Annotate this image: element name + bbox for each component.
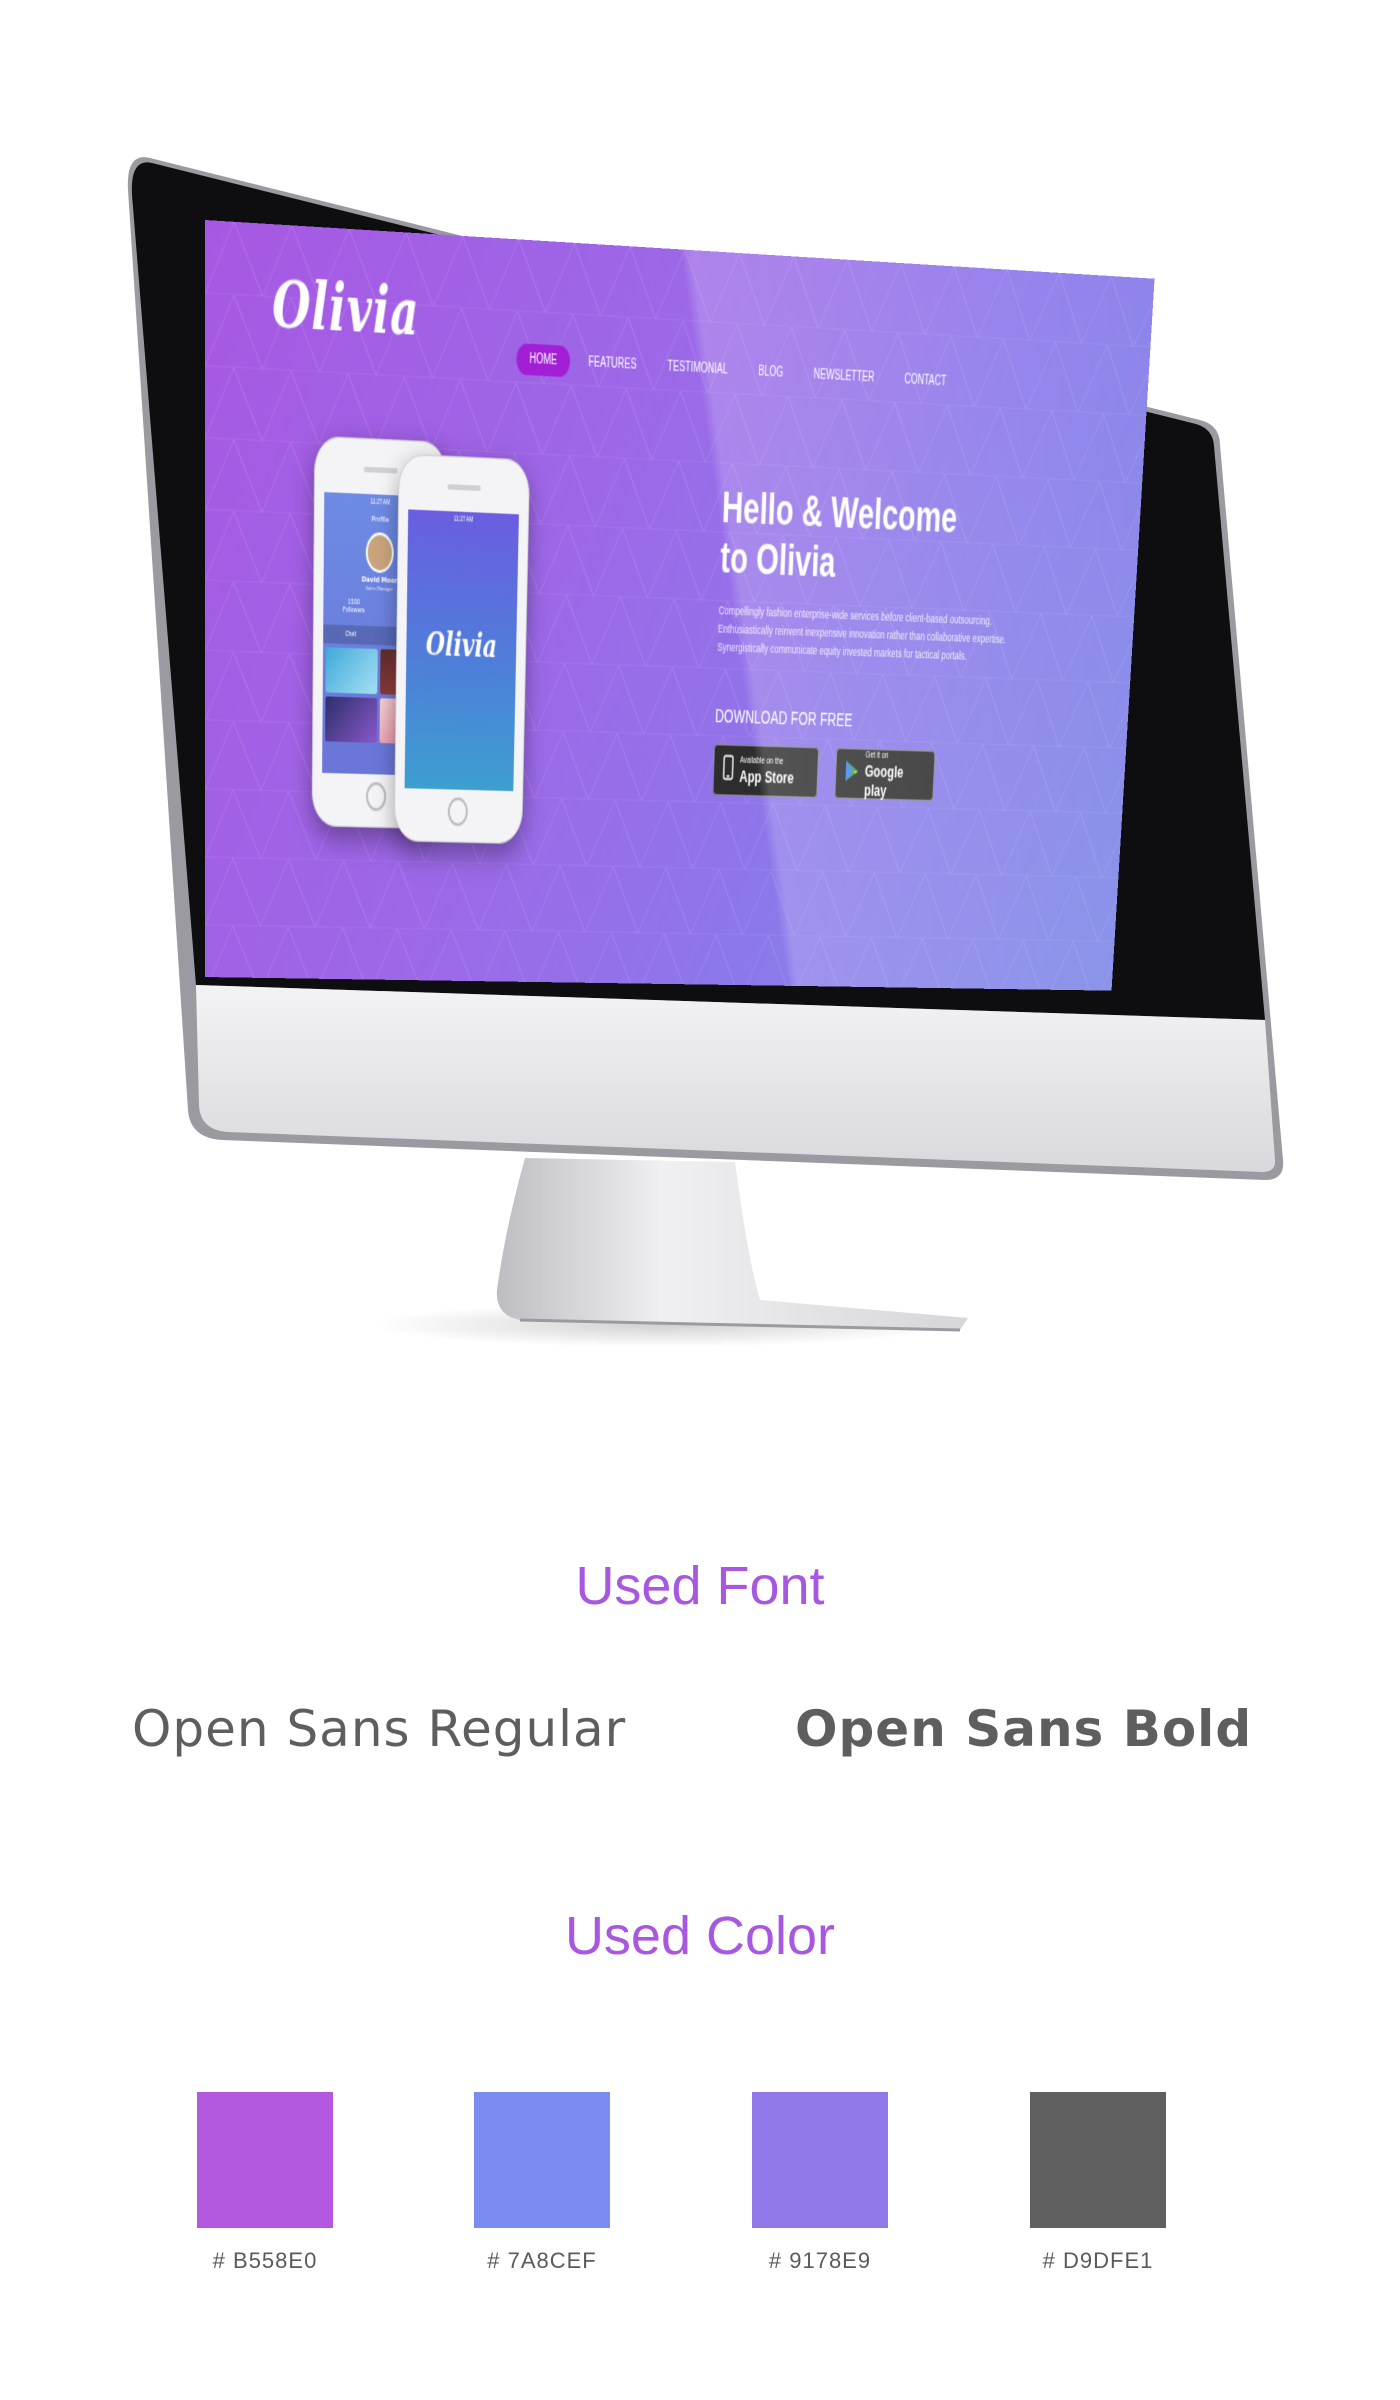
phone-splash: 11:27 AM Olivia bbox=[393, 453, 531, 845]
nav-contact[interactable]: CONTACT bbox=[891, 364, 959, 398]
hero-description: Compellingly fashion enterprise-wide ser… bbox=[717, 603, 1007, 663]
monitor-mockup: Olivia HOME FEATURES TESTIMONIAL BLOG NE… bbox=[0, 0, 1400, 1450]
photo-thumb[interactable] bbox=[325, 647, 378, 695]
profile-stats: 1500 Followers 450 Likes bbox=[323, 598, 434, 618]
hero-title-line1: Hello & Welcome bbox=[721, 482, 959, 542]
color-swatch-1 bbox=[197, 2092, 333, 2228]
download-label: DOWNLOAD FOR FREE bbox=[714, 705, 853, 731]
phone-speaker bbox=[363, 466, 398, 474]
used-font-title: Used Font bbox=[575, 1556, 825, 1616]
stat-label: Followers bbox=[342, 606, 365, 616]
website-screen: Olivia HOME FEATURES TESTIMONIAL BLOG NE… bbox=[205, 220, 1155, 991]
color-swatch-4 bbox=[1030, 2092, 1166, 2228]
color-swatch-2 bbox=[474, 2092, 610, 2228]
photo-grid bbox=[322, 643, 434, 748]
color-swatch-3 bbox=[752, 2092, 888, 2228]
photo-thumb[interactable] bbox=[325, 696, 377, 743]
home-button bbox=[365, 781, 387, 812]
play-icon bbox=[844, 759, 859, 789]
font-sample-bold: Open Sans Bold bbox=[795, 1700, 1253, 1758]
app-store-big: App Store bbox=[739, 766, 795, 788]
app-store-small: Available on the bbox=[739, 756, 784, 767]
hero-title-line2: to Olivia bbox=[719, 532, 837, 587]
site-logo[interactable]: Olivia bbox=[272, 266, 420, 350]
hero-section: Olivia HOME FEATURES TESTIMONIAL BLOG NE… bbox=[205, 220, 1155, 991]
google-play-big: Google play bbox=[863, 760, 904, 800]
font-sample-regular: Open Sans Regular bbox=[132, 1700, 627, 1758]
stat-followers: 1500 Followers bbox=[343, 598, 365, 615]
status-bar: 11:27 AM bbox=[453, 515, 474, 525]
app-store-button[interactable]: Available on the App Store bbox=[712, 743, 820, 799]
color-label-2: # 7A8CEF bbox=[487, 2248, 597, 2273]
tab-chat[interactable]: Chat bbox=[345, 631, 356, 639]
hero-title: Hello & Welcome to Olivia bbox=[720, 482, 1108, 598]
photo-thumb[interactable] bbox=[379, 649, 432, 696]
used-color-title: Used Color bbox=[564, 1906, 836, 1966]
tab-inbox[interactable]: Inbox bbox=[400, 633, 413, 641]
phone-profile: 11:27 AM Profile David Moor Sales Manage… bbox=[311, 435, 448, 830]
phone-profile-screen: 11:27 AM Profile David Moor Sales Manage… bbox=[322, 492, 437, 776]
color-label-1: # B558E0 bbox=[212, 2248, 318, 2273]
nav-home[interactable]: HOME bbox=[516, 343, 571, 378]
nav-testimonial[interactable]: TESTIMONIAL bbox=[654, 351, 741, 387]
profile-name: David Moor bbox=[361, 574, 398, 586]
color-label-4: # D9DFE1 bbox=[1042, 2248, 1154, 2273]
photo-thumb[interactable] bbox=[379, 698, 431, 745]
stat-value: 450 bbox=[405, 600, 414, 610]
phone-app-logo: Olivia bbox=[425, 624, 498, 666]
phone-splash-screen: 11:27 AM Olivia bbox=[404, 509, 519, 792]
google-play-button[interactable]: Get it on Google play bbox=[834, 747, 936, 802]
profile-title: Profile bbox=[371, 514, 389, 525]
profile-role: Sales Manager bbox=[365, 584, 394, 593]
stat-value: 1500 bbox=[347, 598, 360, 607]
status-bar: 11:27 AM bbox=[370, 498, 391, 508]
avatar bbox=[365, 531, 394, 574]
color-label-3: # 9178E9 bbox=[768, 2248, 872, 2273]
phone-speaker bbox=[447, 484, 481, 492]
nav-blog[interactable]: BLOG bbox=[745, 356, 796, 390]
phone-icon bbox=[722, 754, 734, 786]
stat-label: Likes bbox=[403, 608, 416, 618]
profile-tabs: Chat Inbox bbox=[323, 624, 435, 648]
nav-newsletter[interactable]: NEWSLETTER bbox=[801, 359, 888, 394]
google-play-small: Get it on bbox=[865, 750, 889, 761]
main-nav: HOME FEATURES TESTIMONIAL BLOG NEWSLETTE… bbox=[516, 343, 964, 398]
home-button bbox=[447, 797, 469, 827]
stat-likes: 450 Likes bbox=[403, 601, 415, 617]
triangle-pattern bbox=[205, 220, 1155, 991]
nav-features[interactable]: FEATURES bbox=[575, 346, 650, 381]
